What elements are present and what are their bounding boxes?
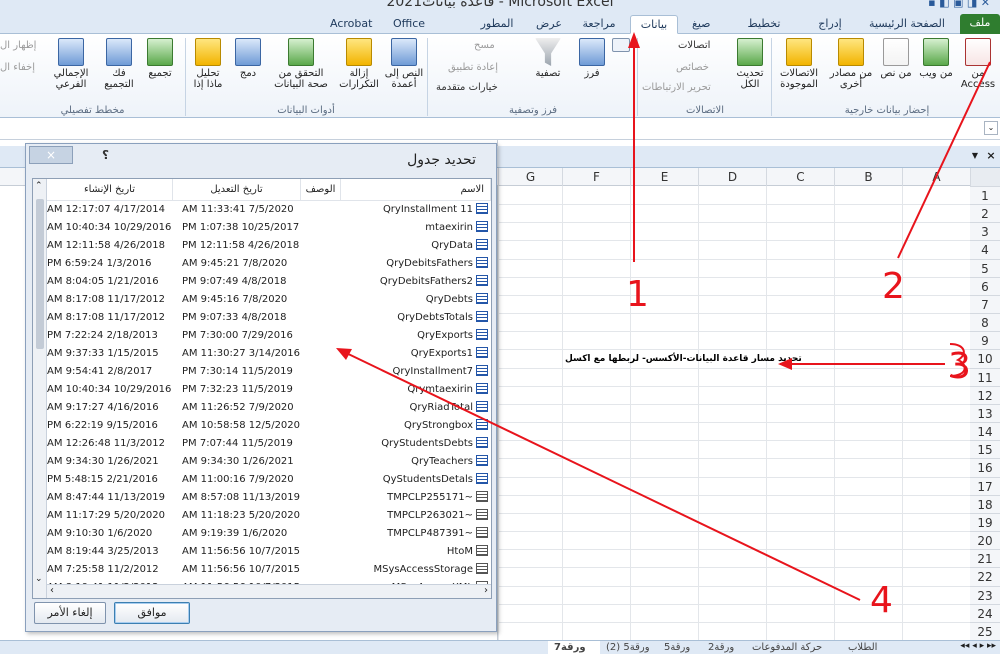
annotation-arrow-4: [339, 349, 861, 601]
annotation-arrow-2: [897, 61, 991, 259]
annotation-label-4: 4: [870, 580, 893, 621]
annotation-arrowhead-3: [778, 358, 792, 370]
annotation-label-2: 2: [882, 266, 905, 307]
annotation-label-3: 3: [948, 346, 971, 387]
annotation-arrowhead-1: [628, 32, 640, 48]
annotation-overlay: 1 2 3 4: [336, 32, 991, 621]
annotation-label-1: 1: [626, 274, 649, 315]
